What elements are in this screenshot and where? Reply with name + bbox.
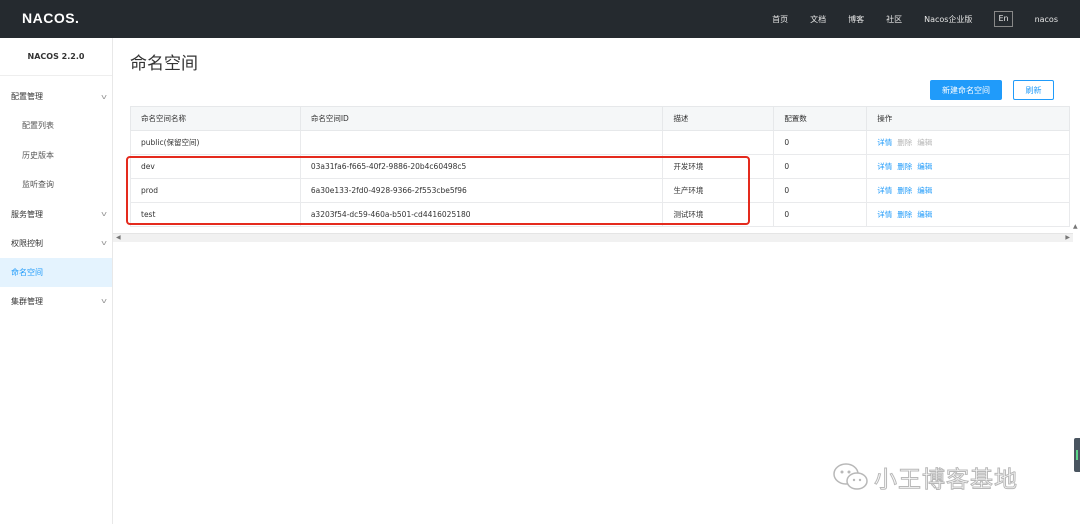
- horizontal-scrollbar[interactable]: ◀ ▶: [113, 233, 1073, 242]
- nav-docs[interactable]: 文档: [810, 14, 826, 25]
- version-label: NACOS 2.2.0: [0, 38, 112, 76]
- details-link[interactable]: 详情: [877, 210, 892, 219]
- sidebar-group-auth[interactable]: 权限控制 v: [0, 229, 112, 258]
- namespace-description: 生产环境: [662, 178, 775, 203]
- sidebar-item-listener[interactable]: 监听查询: [0, 170, 112, 200]
- table-row: prod 6a30e133-2fd0-4928-9366-2f553cbe5f9…: [130, 178, 1070, 203]
- config-count: 0: [773, 154, 868, 179]
- table-row: test a3203f54-dc59-460a-b501-cd441602518…: [130, 202, 1070, 227]
- watermark: 小王博客基地: [832, 460, 1018, 494]
- edit-link[interactable]: 编辑: [917, 210, 932, 219]
- sidebar-group-service[interactable]: 服务管理 v: [0, 200, 112, 229]
- chevron-down-icon: v: [101, 210, 107, 218]
- details-link[interactable]: 详情: [877, 138, 892, 147]
- edit-link: 编辑: [917, 138, 933, 147]
- top-navbar: NACOS. 首页 文档 博客 社区 Nacos企业版 En nacos: [0, 0, 1080, 38]
- side-float-tab[interactable]: [1074, 438, 1080, 472]
- table-row: public(保留空间) 0 详情 删除 编辑: [130, 130, 1070, 155]
- sidebar-item-namespace[interactable]: 命名空间: [0, 257, 112, 287]
- row-actions: 详情 删除 编辑: [866, 154, 1070, 179]
- config-count: 0: [773, 178, 868, 203]
- sidebar: NACOS 2.2.0 配置管理 v 配置列表 历史版本 监听查询 服务管理 v…: [0, 38, 113, 524]
- namespace-description: 测试环境: [662, 202, 775, 227]
- page-title: 命名空间: [130, 54, 198, 74]
- sidebar-item-history[interactable]: 历史版本: [0, 141, 112, 171]
- nacos-logo[interactable]: NACOS.: [22, 10, 79, 26]
- row-actions: 详情 删除 编辑: [866, 178, 1070, 203]
- namespace-name: public(保留空间): [130, 130, 301, 155]
- namespace-id: [299, 130, 664, 155]
- nav-blog[interactable]: 博客: [848, 14, 864, 25]
- sidebar-group-cluster[interactable]: 集群管理 v: [0, 287, 112, 316]
- scroll-up-icon[interactable]: ▲: [1073, 223, 1078, 230]
- namespace-name: dev: [130, 154, 301, 179]
- column-header-id: 命名空间ID: [299, 106, 664, 131]
- refresh-button[interactable]: 刷新: [1013, 80, 1054, 100]
- details-link[interactable]: 详情: [877, 186, 892, 195]
- namespace-id: 03a31fa6-f665-40f2-9886-20b4c60498c5: [299, 154, 664, 179]
- column-header-name: 命名空间名称: [130, 106, 301, 131]
- namespace-id: 6a30e133-2fd0-4928-9366-2f553cbe5f96: [299, 178, 664, 203]
- namespace-name: prod: [130, 178, 301, 203]
- nav-home[interactable]: 首页: [772, 14, 788, 25]
- chevron-down-icon: v: [101, 239, 107, 247]
- edit-link[interactable]: 编辑: [917, 162, 932, 171]
- row-actions: 详情 删除 编辑: [866, 202, 1070, 227]
- config-count: 0: [773, 130, 868, 155]
- namespace-description: 开发环境: [662, 154, 775, 179]
- column-header-description: 描述: [662, 106, 775, 131]
- user-menu[interactable]: nacos: [1035, 15, 1058, 24]
- table-header-row: 命名空间名称 命名空间ID 描述 配置数 操作: [130, 106, 1070, 131]
- column-header-config-count: 配置数: [773, 106, 868, 131]
- sidebar-group-label: 权限控制: [11, 238, 43, 248]
- delete-link: 删除: [897, 138, 913, 147]
- sidebar-item-config-list[interactable]: 配置列表: [0, 111, 112, 141]
- delete-link[interactable]: 删除: [897, 210, 912, 219]
- nav-enterprise[interactable]: Nacos企业版: [924, 14, 972, 25]
- language-switch-button[interactable]: En: [994, 11, 1013, 27]
- delete-link[interactable]: 删除: [897, 186, 912, 195]
- scroll-right-icon[interactable]: ▶: [1065, 234, 1070, 241]
- scroll-left-icon[interactable]: ◀: [116, 234, 121, 241]
- chevron-down-icon: v: [101, 92, 107, 101]
- namespace-table: 命名空间名称 命名空间ID 描述 配置数 操作 public(保留空间) 0 详…: [130, 106, 1070, 227]
- sidebar-group-label: 集群管理: [11, 296, 43, 306]
- sidebar-group-label: 配置管理: [11, 92, 43, 101]
- top-nav-links: 首页 文档 博客 社区 Nacos企业版 En nacos: [750, 0, 1058, 38]
- namespace-id: a3203f54-dc59-460a-b501-cd4416025180: [299, 202, 664, 227]
- column-header-actions: 操作: [866, 106, 1070, 131]
- wechat-icon: [832, 462, 870, 492]
- namespace-description: [662, 130, 775, 155]
- sidebar-group-config[interactable]: 配置管理 v: [0, 82, 112, 111]
- nav-community[interactable]: 社区: [886, 14, 902, 25]
- chevron-down-icon: v: [101, 297, 107, 305]
- table-row: dev 03a31fa6-f665-40f2-9886-20b4c60498c5…: [130, 154, 1070, 179]
- edit-link[interactable]: 编辑: [917, 186, 932, 195]
- namespace-name: test: [130, 202, 301, 227]
- row-actions: 详情 删除 编辑: [866, 130, 1070, 155]
- sidebar-group-label: 服务管理: [11, 209, 43, 219]
- config-count: 0: [773, 202, 868, 227]
- new-namespace-button[interactable]: 新建命名空间: [930, 80, 1002, 100]
- watermark-text: 小王博客基地: [874, 467, 1018, 494]
- details-link[interactable]: 详情: [877, 162, 892, 171]
- delete-link[interactable]: 删除: [897, 162, 912, 171]
